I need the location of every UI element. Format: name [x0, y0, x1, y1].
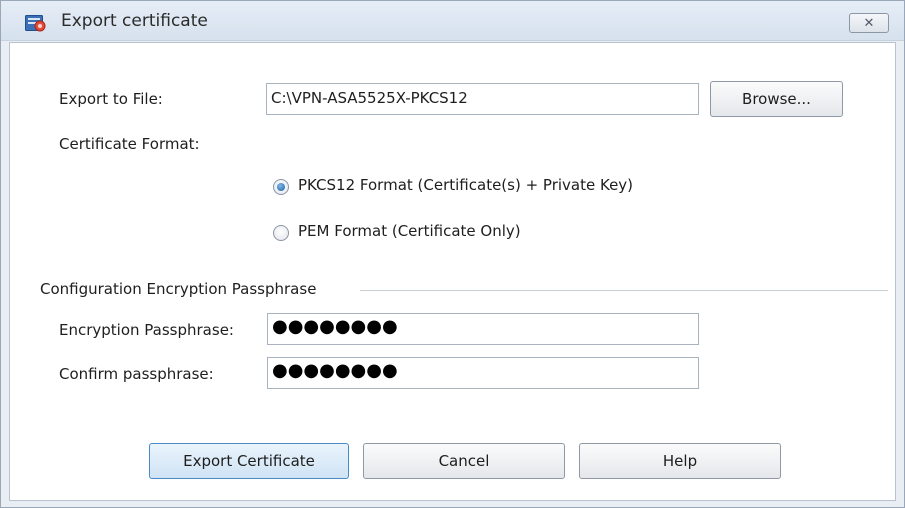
window-title: Export certificate: [61, 11, 208, 31]
confirm-passphrase-label: Confirm passphrase:: [59, 365, 214, 383]
radio-pem-label[interactable]: PEM Format (Certificate Only): [298, 222, 521, 240]
cancel-button[interactable]: Cancel: [363, 443, 565, 479]
certificate-app-icon: [25, 13, 47, 33]
radio-pem[interactable]: [273, 225, 289, 241]
export-certificate-button[interactable]: Export Certificate: [149, 443, 349, 479]
encryption-passphrase-input[interactable]: ●●●●●●●●: [267, 313, 699, 345]
encryption-passphrase-label: Encryption Passphrase:: [59, 321, 234, 339]
browse-button[interactable]: Browse...: [710, 81, 843, 117]
close-icon: ✕: [863, 15, 875, 31]
confirm-passphrase-input[interactable]: ●●●●●●●●: [267, 357, 699, 389]
certificate-format-label: Certificate Format:: [59, 135, 200, 153]
dialog-body: Export to File: C:\VPN-ASA5525X-PKCS12 B…: [9, 42, 896, 501]
passphrase-group-title: Configuration Encryption Passphrase: [40, 280, 317, 298]
group-separator: [360, 290, 888, 291]
radio-pkcs12-label[interactable]: PKCS12 Format (Certificate(s) + Private …: [298, 176, 633, 194]
close-button[interactable]: ✕: [849, 13, 889, 33]
title-bar[interactable]: Export certificate ✕: [1, 1, 904, 41]
export-to-file-input[interactable]: C:\VPN-ASA5525X-PKCS12: [266, 83, 699, 115]
export-to-file-label: Export to File:: [59, 90, 163, 108]
export-certificate-dialog: Export certificate ✕ Export to File: C:\…: [0, 0, 905, 508]
radio-pkcs12[interactable]: [273, 179, 289, 195]
help-button[interactable]: Help: [579, 443, 781, 479]
